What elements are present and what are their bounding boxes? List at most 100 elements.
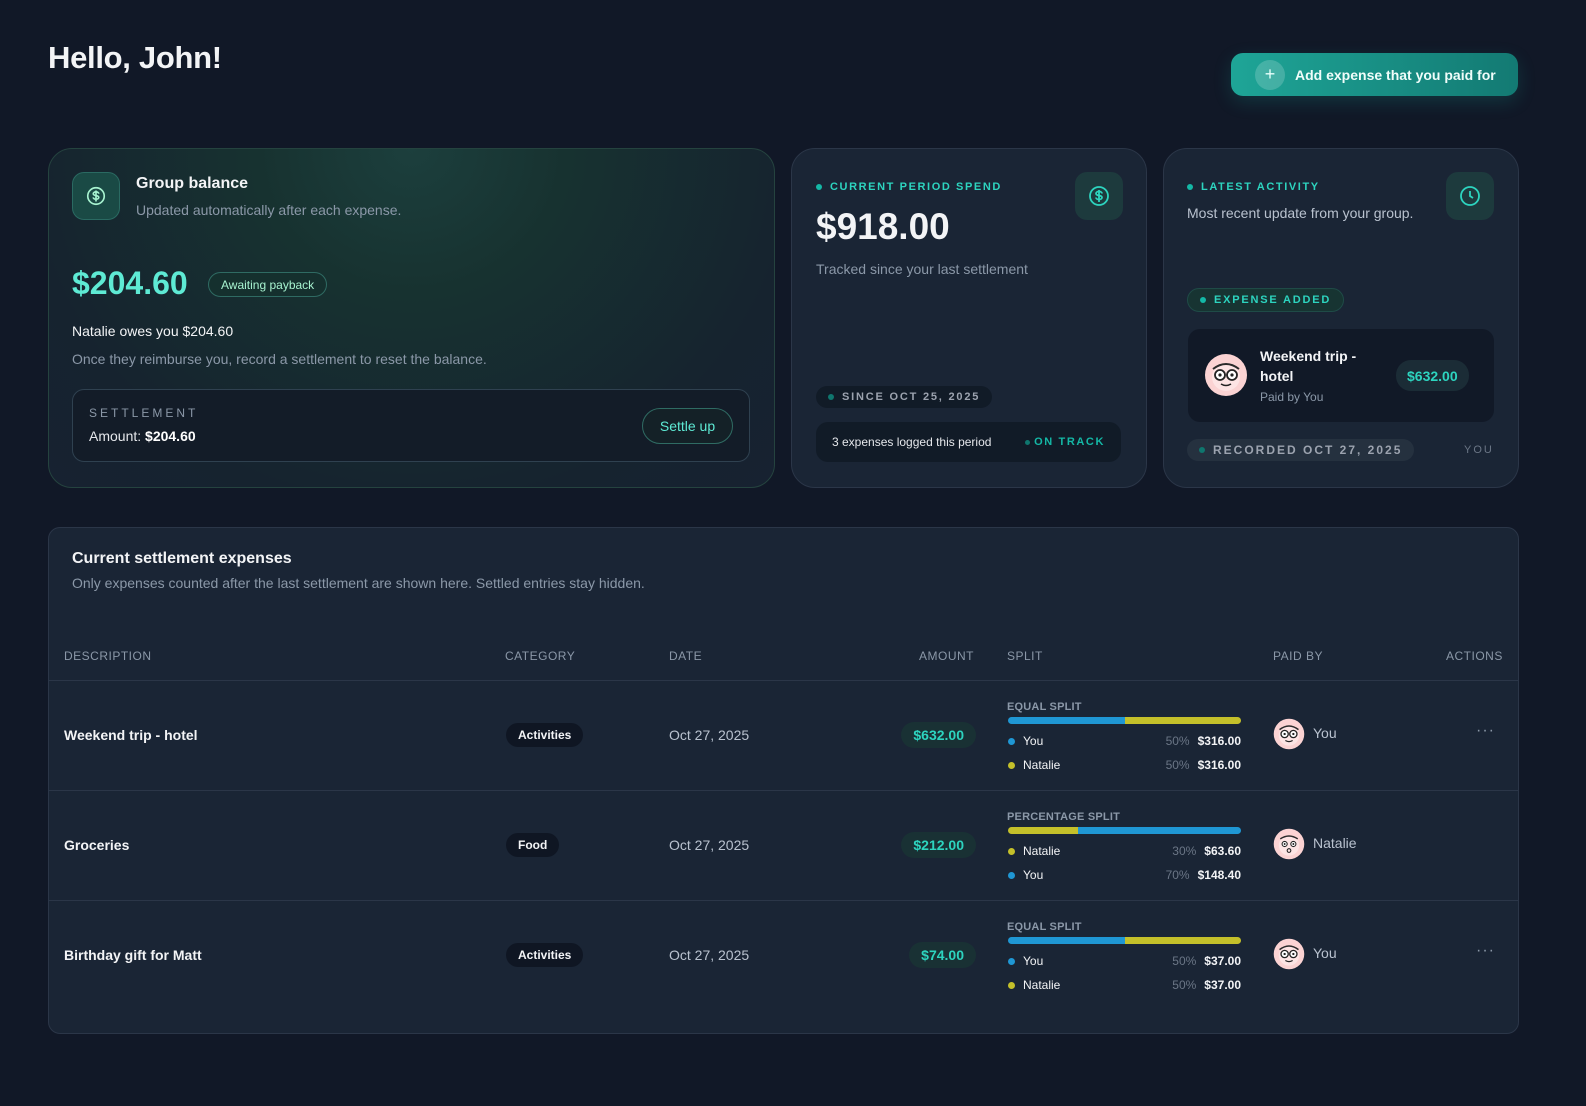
split-share: You 70% $148.40: [1008, 867, 1241, 883]
since-label: SINCE OCT 25, 2025: [842, 391, 981, 403]
split-type-label: EQUAL SPLIT: [1007, 701, 1082, 713]
row-amount: $212.00: [901, 832, 976, 858]
spend-eyebrow-label: CURRENT PERIOD SPEND: [830, 181, 1002, 193]
avatar: [1204, 353, 1248, 397]
split-bar: [1008, 717, 1241, 724]
status-badge: Awaiting payback: [208, 272, 328, 297]
recorded-actor: YOU: [1464, 444, 1494, 456]
split-bar: [1008, 937, 1241, 944]
add-expense-label: Add expense that you paid for: [1295, 66, 1496, 83]
balance-title: Group balance: [136, 175, 249, 192]
latest-expense-payer: Paid by You: [1260, 390, 1324, 404]
since-badge: SINCE OCT 25, 2025: [816, 386, 993, 408]
settlement-amount: Amount: $204.60: [89, 428, 196, 444]
split-percent: 50%: [1172, 954, 1197, 968]
row-date: Oct 27, 2025: [669, 947, 750, 963]
split-name: Natalie: [1023, 978, 1061, 992]
recorded-badge: RECORDED OCT 27, 2025: [1187, 439, 1415, 461]
column-header-paid-by: PAID BY: [1273, 649, 1323, 663]
plus-icon: +: [1255, 59, 1285, 90]
divider: [48, 900, 1519, 901]
row-description: Groceries: [64, 837, 130, 853]
page-title: Hello, John!: [48, 40, 222, 75]
dot-icon: [816, 184, 822, 190]
divider: [48, 790, 1519, 791]
split-share: Natalie 30% $63.60: [1008, 843, 1241, 859]
split-value: $63.60: [1204, 844, 1241, 858]
column-header-actions: ACTIONS: [1446, 649, 1503, 663]
split-name: You: [1023, 868, 1044, 882]
split-percent: 30%: [1172, 844, 1197, 858]
row-amount: $632.00: [901, 722, 976, 748]
dollar-icon: [72, 172, 120, 220]
avatar: [1273, 938, 1305, 970]
legend-dot-icon: [1008, 737, 1015, 745]
row-description: Birthday gift for Matt: [64, 947, 202, 963]
legend-dot-icon: [1008, 871, 1015, 879]
column-header-description: DESCRIPTION: [64, 649, 152, 663]
column-header-category: CATEGORY: [505, 649, 576, 663]
table-subtitle: Only expenses counted after the last set…: [72, 575, 645, 591]
category-badge: Activities: [506, 943, 584, 967]
settlement-hint: Once they reimburse you, record a settle…: [72, 351, 487, 367]
clock-icon: [1446, 172, 1494, 220]
column-header-split: SPLIT: [1007, 649, 1043, 663]
split-share: Natalie 50% $37.00: [1008, 977, 1241, 993]
row-description: Weekend trip - hotel: [64, 727, 198, 743]
row-paid-by: Natalie: [1313, 835, 1357, 851]
row-paid-by: You: [1313, 945, 1337, 961]
legend-dot-icon: [1008, 957, 1015, 965]
spend-subtitle: Tracked since your last settlement: [816, 261, 1028, 277]
split-value: $37.00: [1204, 954, 1241, 968]
avatar: [1273, 828, 1305, 860]
split-value: $316.00: [1197, 734, 1241, 748]
split-name: You: [1023, 954, 1044, 968]
split-bar-segment: [1008, 937, 1125, 944]
divider: [48, 680, 1519, 681]
category-badge: Activities: [506, 723, 584, 747]
add-expense-button[interactable]: + Add expense that you paid for: [1231, 53, 1518, 96]
split-bar: [1008, 827, 1241, 834]
legend-dot-icon: [1008, 981, 1015, 989]
more-actions-icon[interactable]: ···: [1476, 942, 1495, 960]
event-type-label: EXPENSE ADDED: [1214, 294, 1332, 306]
dollar-icon: [1075, 172, 1123, 220]
on-track-status: ON TRACK: [1025, 436, 1105, 448]
dot-icon: [1199, 447, 1205, 453]
balance-subtitle: Updated automatically after each expense…: [136, 202, 402, 218]
row-date: Oct 27, 2025: [669, 727, 750, 743]
dot-icon: [1187, 184, 1193, 190]
settle-up-button[interactable]: Settle up: [642, 408, 733, 444]
more-actions-icon[interactable]: ···: [1476, 722, 1495, 740]
legend-dot-icon: [1008, 847, 1015, 855]
event-type-badge: EXPENSE ADDED: [1187, 288, 1345, 312]
row-paid-by: You: [1313, 725, 1337, 741]
split-percent: 50%: [1172, 978, 1197, 992]
split-type-label: EQUAL SPLIT: [1007, 921, 1082, 933]
split-value: $37.00: [1204, 978, 1241, 992]
dot-icon: [1025, 439, 1031, 445]
settlement-label: SETTLEMENT: [89, 406, 199, 420]
split-bar-segment: [1124, 937, 1241, 944]
split-name: Natalie: [1023, 758, 1061, 772]
split-share: You 50% $316.00: [1008, 733, 1241, 749]
activity-eyebrow: LATEST ACTIVITY: [1187, 181, 1320, 193]
latest-expense-amount: $632.00: [1396, 360, 1469, 391]
spend-eyebrow: CURRENT PERIOD SPEND: [816, 181, 1002, 193]
column-header-amount: AMOUNT: [919, 649, 974, 663]
activity-subtitle: Most recent update from your group.: [1187, 205, 1414, 221]
split-share: You 50% $37.00: [1008, 953, 1241, 969]
split-value: $148.40: [1197, 868, 1241, 882]
row-amount: $74.00: [909, 942, 976, 968]
split-bar-segment: [1077, 827, 1241, 834]
spend-amount: $918.00: [816, 206, 950, 247]
split-percent: 50%: [1165, 734, 1190, 748]
logged-text: 3 expenses logged this period: [832, 435, 992, 449]
column-header-date: DATE: [669, 649, 703, 663]
table-title: Current settlement expenses: [72, 550, 292, 567]
activity-eyebrow-label: LATEST ACTIVITY: [1201, 181, 1320, 193]
owes-text: Natalie owes you $204.60: [72, 323, 234, 339]
row-date: Oct 27, 2025: [669, 837, 750, 853]
balance-amount: $204.60: [72, 265, 188, 301]
split-bar-segment: [1008, 717, 1125, 724]
